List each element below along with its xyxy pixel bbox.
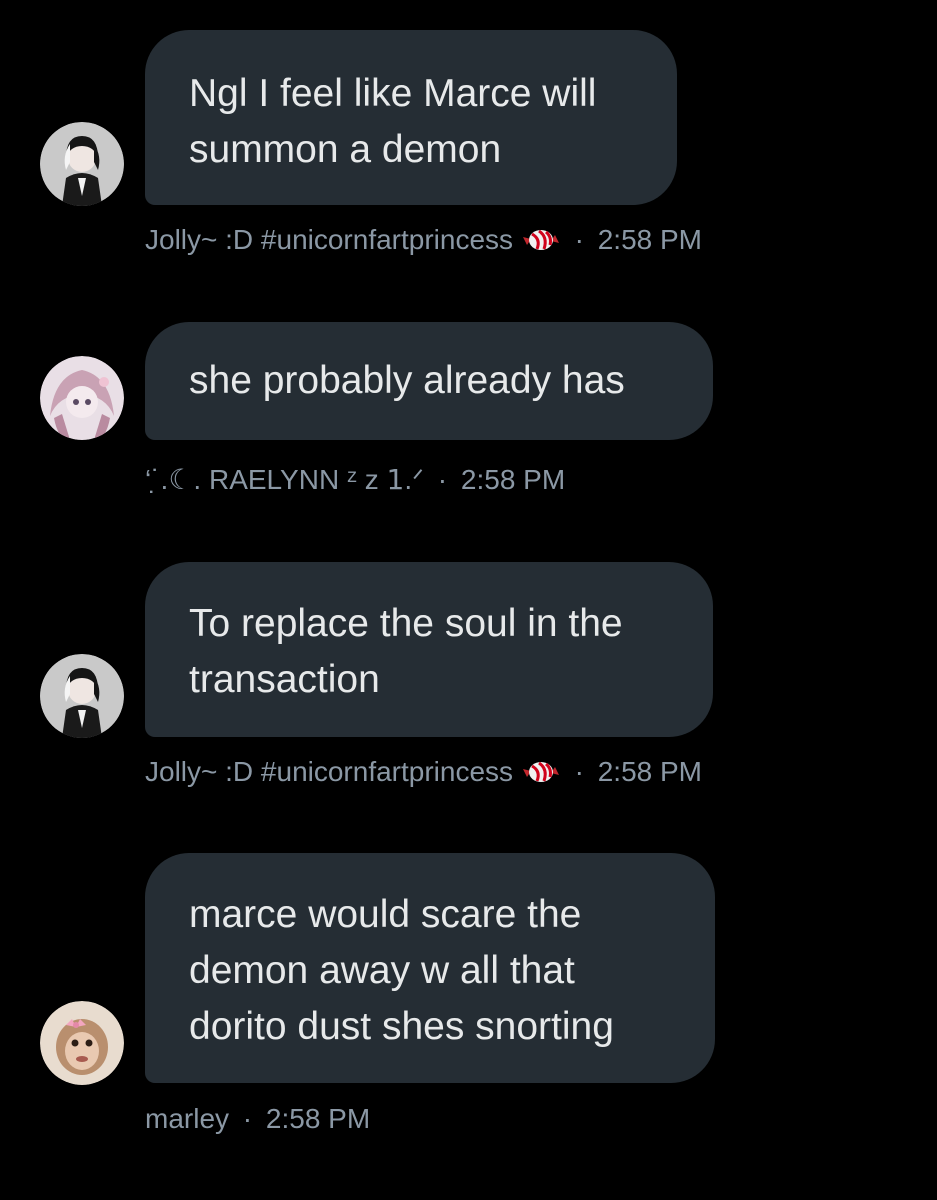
message-bubble[interactable]: marce would scare the demon away w all t… — [145, 853, 715, 1083]
message-text-line: dorito dust shes snorting — [189, 1005, 614, 1048]
message-text-line: Ngl I feel like Marce will — [189, 72, 597, 115]
meta-separator: · — [242, 1103, 253, 1134]
message-text-line: she probably already has — [189, 359, 625, 402]
message-text-line: To replace the soul in the — [189, 602, 623, 645]
author-name[interactable]: ‘˙̣.☾. RAELYNN ᶻ z 𝟣.ᐟ — [145, 464, 424, 495]
message-meta: Jolly~ :D #unicornfartprincess · 2:58 PM — [145, 222, 702, 258]
message-time: 2:58 PM — [265, 1103, 371, 1134]
message-bubble[interactable]: To replace the soul in the transaction — [145, 562, 713, 737]
message-meta: marley · 2:58 PM — [145, 1101, 370, 1137]
message-text-line: demon away w all that — [189, 949, 575, 992]
message-text-line: marce would scare the — [189, 893, 582, 936]
avatar-jolly[interactable] — [40, 122, 124, 206]
author-name[interactable]: Jolly~ :D #unicornfartprincess — [145, 224, 513, 255]
message-time: 2:58 PM — [597, 224, 702, 255]
author-name[interactable]: marley — [145, 1103, 229, 1134]
avatar-marley[interactable] — [40, 1001, 124, 1085]
candy-icon — [521, 223, 561, 257]
avatar-jolly[interactable] — [40, 654, 124, 738]
message-meta: Jolly~ :D #unicornfartprincess · 2:58 PM — [145, 754, 702, 790]
message-text-line: summon a demon — [189, 128, 502, 171]
meta-separator: · — [574, 756, 584, 787]
meta-separator: · — [574, 224, 584, 255]
message-time: 2:58 PM — [460, 464, 566, 495]
message-meta: ‘˙̣.☾. RAELYNN ᶻ z 𝟣.ᐟ · 2:58 PM — [145, 462, 565, 498]
avatar-raelynn[interactable] — [40, 356, 124, 440]
message-bubble[interactable]: Ngl I feel like Marce will summon a demo… — [145, 30, 677, 205]
message-bubble[interactable]: she probably already has — [145, 322, 713, 440]
message-text-line: transaction — [189, 658, 380, 701]
candy-icon — [521, 755, 561, 789]
meta-separator: · — [437, 464, 448, 495]
author-name[interactable]: Jolly~ :D #unicornfartprincess — [145, 756, 513, 787]
message-time: 2:58 PM — [597, 756, 702, 787]
